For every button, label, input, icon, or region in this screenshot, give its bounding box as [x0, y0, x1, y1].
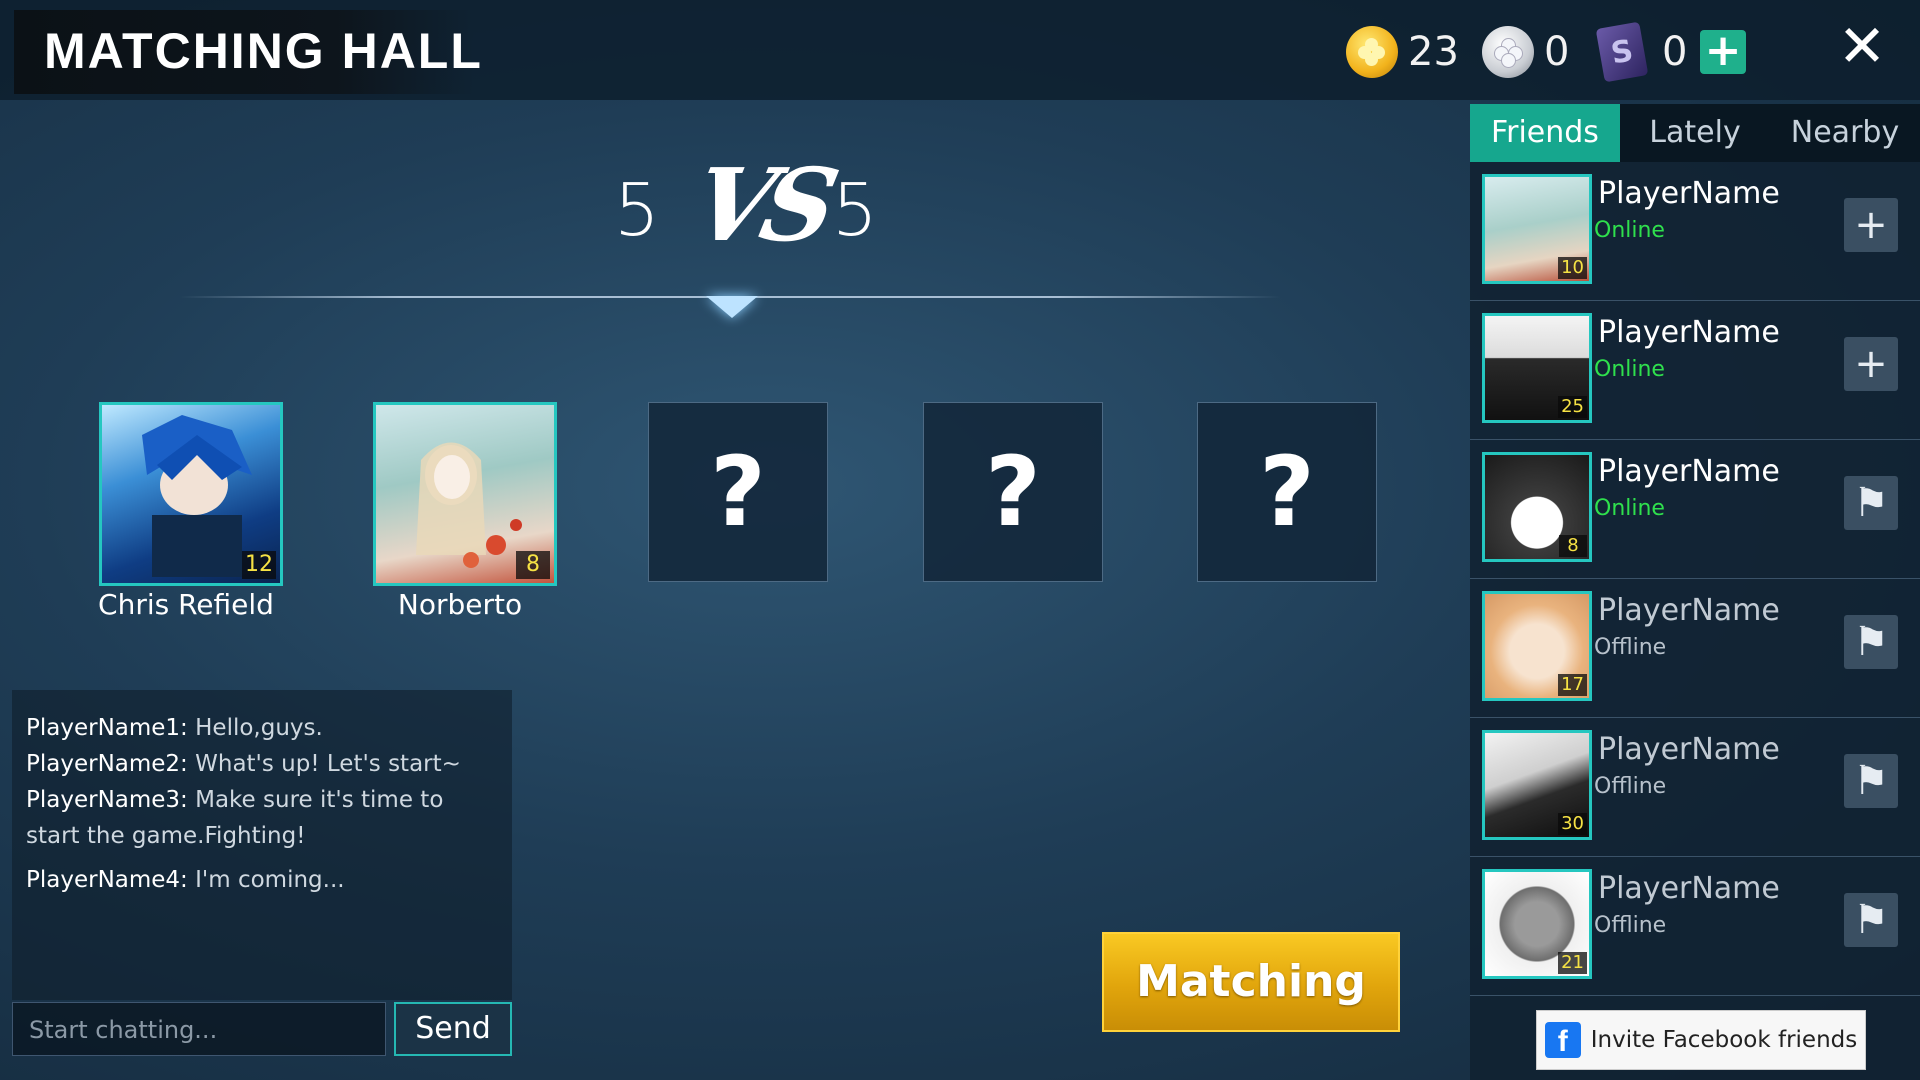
empty-slot-3[interactable]: ?: [648, 402, 828, 582]
friend-status: Online: [1594, 496, 1665, 521]
friends-panel: Friends Lately Nearby 10 PlayerName Onli…: [1470, 104, 1920, 1080]
friend-name: PlayerName: [1598, 593, 1780, 628]
friend-row[interactable]: 25 PlayerName Online +: [1470, 301, 1920, 440]
matching-button[interactable]: Matching: [1102, 932, 1400, 1032]
chat-message: PlayerName1: Hello,guys.: [26, 715, 323, 741]
friend-name: PlayerName: [1598, 871, 1780, 906]
tab-nearby[interactable]: Nearby: [1770, 104, 1920, 162]
avatar: 10: [1482, 174, 1592, 284]
player-name-1: Chris Refield: [98, 588, 274, 621]
card-currency: S 0: [1595, 21, 1688, 83]
invite-flag-icon[interactable]: ⚑: [1844, 476, 1898, 530]
friend-row[interactable]: 8 PlayerName Online ⚑: [1470, 440, 1920, 579]
friend-status: Online: [1594, 357, 1665, 382]
friend-name: PlayerName: [1598, 732, 1780, 767]
friend-status: Online: [1594, 218, 1665, 243]
chat-input[interactable]: Start chatting...: [12, 1002, 386, 1056]
chat-message: PlayerName4: I'm coming...: [26, 867, 345, 893]
send-button[interactable]: Send: [394, 1002, 512, 1056]
chevron-down-icon: [706, 296, 758, 318]
friend-name: PlayerName: [1598, 315, 1780, 350]
top-bar: MATCHING HALL 23 0 S 0 + ✕: [0, 0, 1920, 100]
invite-flag-icon[interactable]: ⚑: [1844, 754, 1898, 808]
vs-emblem: VS: [683, 146, 839, 264]
friend-row[interactable]: 10 PlayerName Online +: [1470, 162, 1920, 301]
player-slot-2[interactable]: 8: [373, 402, 557, 586]
level-badge: 8: [1559, 535, 1587, 557]
question-mark-icon: ?: [1259, 436, 1315, 548]
avatar: 17: [1482, 591, 1592, 701]
friend-status: Offline: [1594, 913, 1667, 938]
silver-currency: 0: [1482, 22, 1569, 82]
friend-name: PlayerName: [1598, 176, 1780, 211]
empty-slot-4[interactable]: ?: [923, 402, 1103, 582]
gold-amount: 23: [1408, 29, 1459, 75]
player-slot-1[interactable]: 12: [99, 402, 283, 586]
add-friend-icon[interactable]: +: [1844, 337, 1898, 391]
friend-row[interactable]: 30 PlayerName Offline ⚑: [1470, 718, 1920, 857]
level-badge: 12: [242, 551, 276, 579]
chat-log: PlayerName1: Hello,guys. PlayerName2: Wh…: [12, 690, 512, 1000]
avatar: 30: [1482, 730, 1592, 840]
add-currency-button[interactable]: +: [1700, 29, 1746, 74]
friends-tabs: Friends Lately Nearby: [1470, 104, 1920, 162]
match-score: 5 VS 5: [600, 130, 900, 270]
level-badge: 10: [1558, 257, 1587, 279]
tab-lately[interactable]: Lately: [1620, 104, 1770, 162]
friend-row[interactable]: 21 PlayerName Offline ⚑: [1470, 857, 1920, 996]
friend-status: Offline: [1594, 635, 1667, 660]
gold-currency: 23: [1346, 22, 1459, 82]
question-mark-icon: ?: [710, 436, 766, 548]
left-team-count: 5: [614, 168, 660, 252]
page-title: MATCHING HALL: [44, 23, 483, 79]
invite-facebook-button[interactable]: f Invite Facebook friends: [1536, 1010, 1866, 1070]
avatar: 25: [1482, 313, 1592, 423]
gold-coin-icon: [1346, 26, 1398, 78]
chat-message: PlayerName2: What's up! Let's start~: [26, 751, 461, 777]
level-badge: 21: [1558, 952, 1587, 974]
friend-status: Offline: [1594, 774, 1667, 799]
invite-flag-icon[interactable]: ⚑: [1844, 893, 1898, 947]
tab-friends[interactable]: Friends: [1470, 104, 1620, 162]
invite-flag-icon[interactable]: ⚑: [1844, 615, 1898, 669]
level-badge: 25: [1558, 396, 1587, 418]
player-name-2: Norberto: [397, 588, 523, 621]
empty-slot-5[interactable]: ?: [1197, 402, 1377, 582]
close-icon[interactable]: ✕: [1834, 17, 1890, 76]
add-friend-icon[interactable]: +: [1844, 198, 1898, 252]
avatar: 21: [1482, 869, 1592, 979]
question-mark-icon: ?: [985, 436, 1041, 548]
chat-message: PlayerName3: Make sure it's time to star…: [26, 787, 444, 849]
card-currency-icon: S: [1595, 21, 1649, 83]
card-amount: 0: [1662, 29, 1688, 75]
invite-facebook-label: Invite Facebook friends: [1590, 1027, 1858, 1053]
friend-row[interactable]: 17 PlayerName Offline ⚑: [1470, 579, 1920, 718]
silver-amount: 0: [1544, 29, 1570, 75]
friend-name: PlayerName: [1598, 454, 1780, 489]
silver-coin-icon: [1482, 26, 1534, 78]
level-badge: 17: [1558, 674, 1587, 696]
facebook-icon: f: [1544, 1022, 1581, 1058]
right-team-count: 5: [832, 168, 878, 252]
avatar: 8: [1482, 452, 1592, 562]
level-badge: 30: [1558, 813, 1587, 835]
level-badge: 8: [516, 551, 550, 579]
